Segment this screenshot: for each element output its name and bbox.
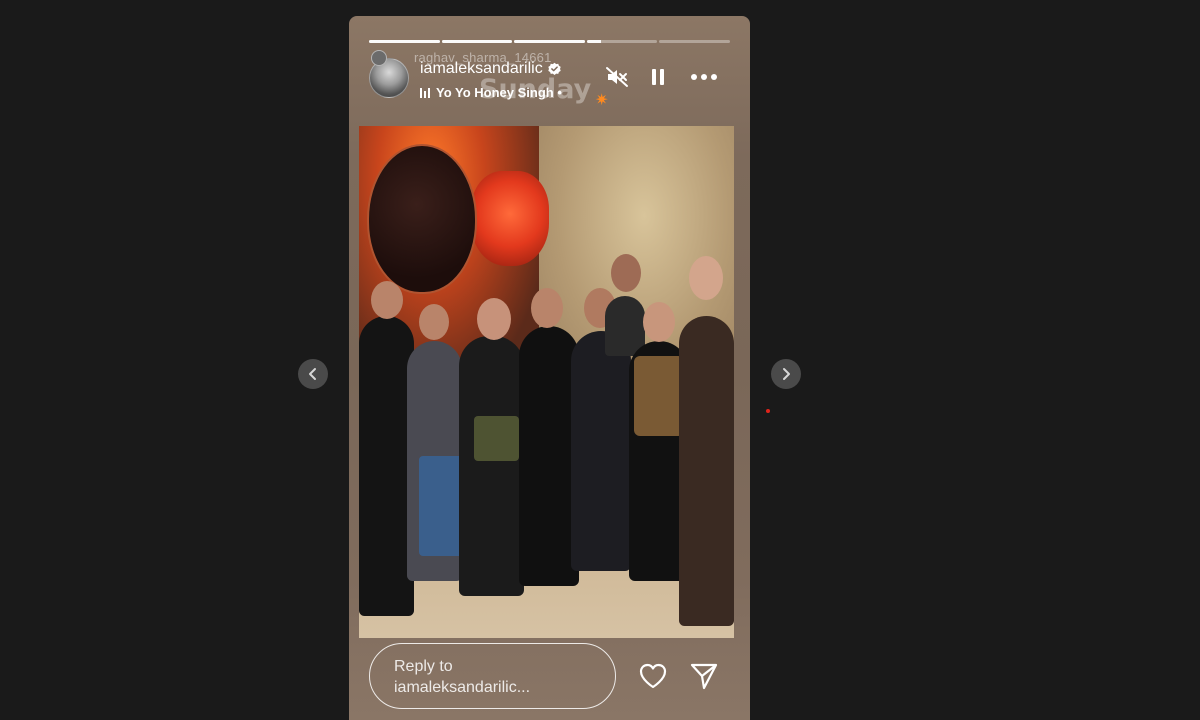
pause-icon <box>652 69 664 85</box>
story-photo <box>359 126 734 638</box>
next-story-button[interactable] <box>771 359 801 389</box>
story-sticker-text: Sunday <box>479 74 592 105</box>
like-button[interactable] <box>637 660 669 692</box>
progress-segment <box>369 40 440 43</box>
reply-placeholder-line1: Reply to <box>394 658 453 675</box>
story-header: raghav_sharma_14661 iamaleksandarilic Yo… <box>369 50 730 109</box>
send-icon <box>690 663 718 690</box>
more-options-button[interactable] <box>689 62 719 92</box>
indicator-dot <box>766 409 770 413</box>
decorative-balloon <box>367 144 477 294</box>
more-icon <box>691 74 717 80</box>
story-viewer: raghav_sharma_14661 iamaleksandarilic Yo… <box>0 0 1200 720</box>
send-button[interactable] <box>688 660 720 692</box>
pause-button[interactable] <box>643 62 673 92</box>
story-progress-bar <box>369 40 730 43</box>
sparkle-sticker-icon: ✷ <box>595 92 609 109</box>
mute-button[interactable] <box>602 62 632 92</box>
story-card[interactable]: raghav_sharma_14661 iamaleksandarilic Yo… <box>349 16 750 720</box>
reply-input[interactable]: Reply to iamaleksandarilic... <box>369 643 616 709</box>
reply-placeholder-line2: iamaleksandarilic... <box>394 679 531 696</box>
speaker-muted-icon <box>606 67 628 87</box>
progress-segment <box>586 40 658 43</box>
progress-segment <box>514 40 585 43</box>
previous-user-avatar <box>371 50 387 66</box>
red-lantern <box>471 171 549 266</box>
progress-segment <box>441 40 513 43</box>
chevron-right-icon <box>783 368 790 380</box>
chevron-left-icon <box>309 368 316 380</box>
previous-story-button[interactable] <box>298 359 328 389</box>
progress-segment <box>659 40 730 43</box>
heart-icon <box>639 663 667 689</box>
music-bars-icon <box>420 87 430 98</box>
